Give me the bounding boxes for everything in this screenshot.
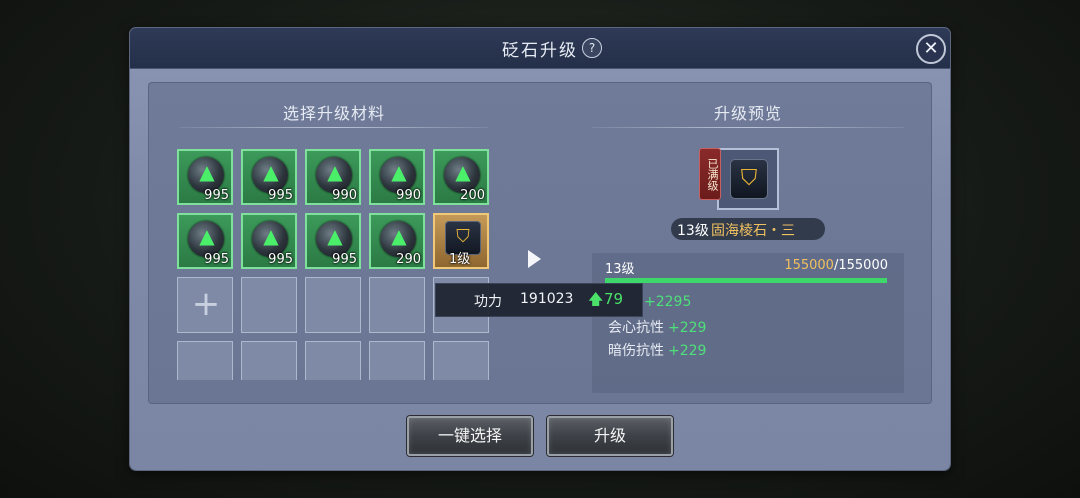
green-up-arrow-icon: ▲ (391, 160, 407, 184)
material-count: 200 (460, 188, 485, 203)
add-material-slot[interactable]: + (177, 277, 233, 333)
empty-slot[interactable] (305, 277, 361, 333)
stat-row-2: 会心抗性 +229 (608, 317, 706, 337)
green-up-arrow-icon: ▲ (391, 224, 407, 248)
exp-current: 155000 (784, 258, 834, 273)
green-up-arrow-icon: ▲ (327, 160, 343, 184)
level-label: 13级 (605, 262, 635, 277)
power-label: 功力 (474, 294, 502, 310)
green-up-arrow-icon: ▲ (263, 160, 279, 184)
empty-slot[interactable] (305, 341, 361, 380)
empty-slot[interactable] (369, 277, 425, 333)
green-up-arrow-icon: ▲ (455, 160, 471, 184)
stat-value: +2295 (644, 294, 692, 310)
empty-slot[interactable] (433, 341, 489, 380)
shield-gem-icon: ⛉ (456, 226, 470, 247)
gem-level: 1级 (449, 252, 471, 267)
material-grid: ▲ 995 ▲ 995 ▲ 990 ▲ 990 ▲ 200 ▲ 995 ▲ 99… (176, 148, 496, 380)
green-up-arrow-icon: ▲ (199, 224, 215, 248)
material-slot-8[interactable]: ▲ 995 (305, 213, 361, 269)
stat-name: 会心抗性 (608, 320, 664, 336)
material-count: 995 (204, 188, 229, 203)
material-slot-7[interactable]: ▲ 995 (241, 213, 297, 269)
green-up-arrow-icon: ▲ (199, 160, 215, 184)
dialog-titlebar: 砭石升级 ? ✕ (130, 28, 950, 69)
upgrade-button[interactable]: 升级 (547, 416, 673, 456)
material-count: 995 (268, 252, 293, 267)
material-slot-9[interactable]: ▲ 290 (369, 213, 425, 269)
preview-gem-slot[interactable]: ⛉ (717, 148, 779, 210)
plus-icon: + (191, 284, 221, 324)
exp-max: 155000 (838, 258, 888, 273)
stat-value: +229 (668, 320, 707, 336)
shield-gem-icon: ⛉ (740, 166, 758, 191)
dialog-title: 砭石升级 (502, 41, 578, 61)
material-count: 995 (332, 252, 357, 267)
material-count: 990 (332, 188, 357, 203)
green-up-arrow-icon: ▲ (263, 224, 279, 248)
material-slot-10-gem[interactable]: ⛉ 1级 (433, 213, 489, 269)
arrow-right-icon (528, 250, 541, 268)
max-level-tag: 已满级 (699, 148, 721, 200)
material-count: 990 (396, 188, 421, 203)
material-count: 290 (396, 252, 421, 267)
materials-title: 选择升级材料 (282, 104, 385, 123)
exp-text: 155000/155000 (784, 258, 888, 273)
empty-slot[interactable] (369, 341, 425, 380)
gem-name: 固海棱石・三 (711, 223, 795, 239)
preview-divider (592, 127, 904, 128)
close-icon[interactable]: ✕ (916, 34, 946, 64)
green-up-arrow-icon: 🡅 (588, 290, 604, 308)
material-count: 995 (204, 252, 229, 267)
power-value: 191023 (520, 291, 574, 307)
material-slot-5[interactable]: ▲ 200 (433, 149, 489, 205)
material-slot-4[interactable]: ▲ 990 (369, 149, 425, 205)
material-count: 995 (268, 188, 293, 203)
power-delta: 79 (604, 290, 624, 308)
material-slot-6[interactable]: ▲ 995 (177, 213, 233, 269)
help-icon[interactable]: ? (582, 38, 602, 58)
gem-name-label: 13级 固海棱石・三 (671, 218, 825, 240)
empty-slot[interactable] (241, 277, 297, 333)
stats-panel: 13级 155000/155000 +2295 会心抗性 +229 暗伤抗性 +22… (592, 253, 904, 393)
exp-progress-fill (605, 278, 887, 283)
empty-slot[interactable] (241, 341, 297, 380)
preview-title: 升级预览 (713, 104, 782, 123)
auto-select-button[interactable]: 一键选择 (407, 416, 533, 456)
green-up-arrow-icon: ▲ (327, 224, 343, 248)
gem-frame: ⛉ (730, 159, 768, 199)
gem-name-level: 13级 (677, 223, 709, 239)
empty-slot[interactable] (177, 341, 233, 380)
material-slot-2[interactable]: ▲ 995 (241, 149, 297, 205)
materials-divider (180, 127, 488, 128)
stat-value: +229 (668, 343, 707, 359)
stat-name: 暗伤抗性 (608, 343, 664, 359)
stat-row-3: 暗伤抗性 +229 (608, 340, 706, 360)
material-slot-1[interactable]: ▲ 995 (177, 149, 233, 205)
exp-progress-bar (605, 278, 887, 283)
power-tooltip: 功力 191023 🡅 79 (435, 283, 643, 317)
material-slot-3[interactable]: ▲ 990 (305, 149, 361, 205)
